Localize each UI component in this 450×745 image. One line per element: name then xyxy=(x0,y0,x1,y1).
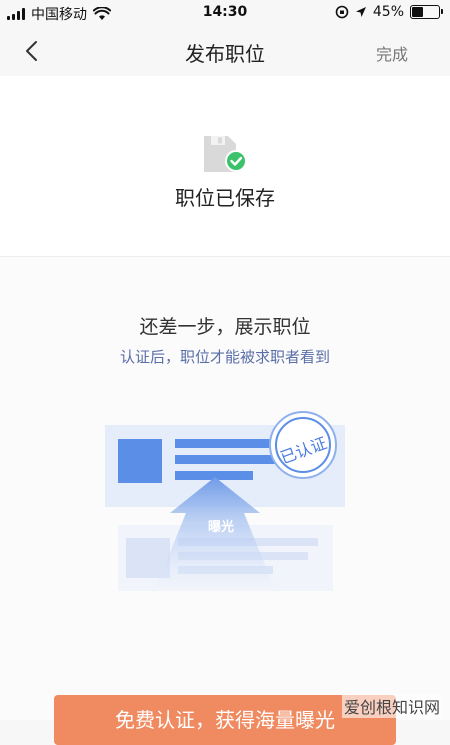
status-bar: 中国移动 14:30 45% xyxy=(0,0,450,26)
battery-percent: 45% xyxy=(372,4,404,20)
promo-subtitle: 认证后，职位才能被求职者看到 xyxy=(119,348,330,366)
promo-title: 还差一步，展示职位 xyxy=(139,316,311,338)
rotation-lock-icon xyxy=(335,5,349,19)
battery-level-fill xyxy=(412,7,423,17)
saved-card: 职位已保存 xyxy=(0,76,450,256)
done-button[interactable]: 完成 xyxy=(376,41,408,65)
exposure-label: 曝光 xyxy=(208,520,235,535)
exposure-illustration: 已认证 曝光 xyxy=(100,407,355,597)
verification-promo: 还差一步，展示职位 认证后，职位才能被求职者看到 已认证 曝光 xyxy=(0,257,450,720)
status-right: 45% xyxy=(335,4,443,20)
watermark: 爱创根知识网 xyxy=(341,694,442,718)
document-saved-icon xyxy=(204,136,247,172)
nav-bar: 发布职位 完成 xyxy=(0,26,450,76)
location-icon xyxy=(355,7,366,17)
battery-icon xyxy=(410,5,443,19)
saved-status-text: 职位已保存 xyxy=(175,186,275,210)
